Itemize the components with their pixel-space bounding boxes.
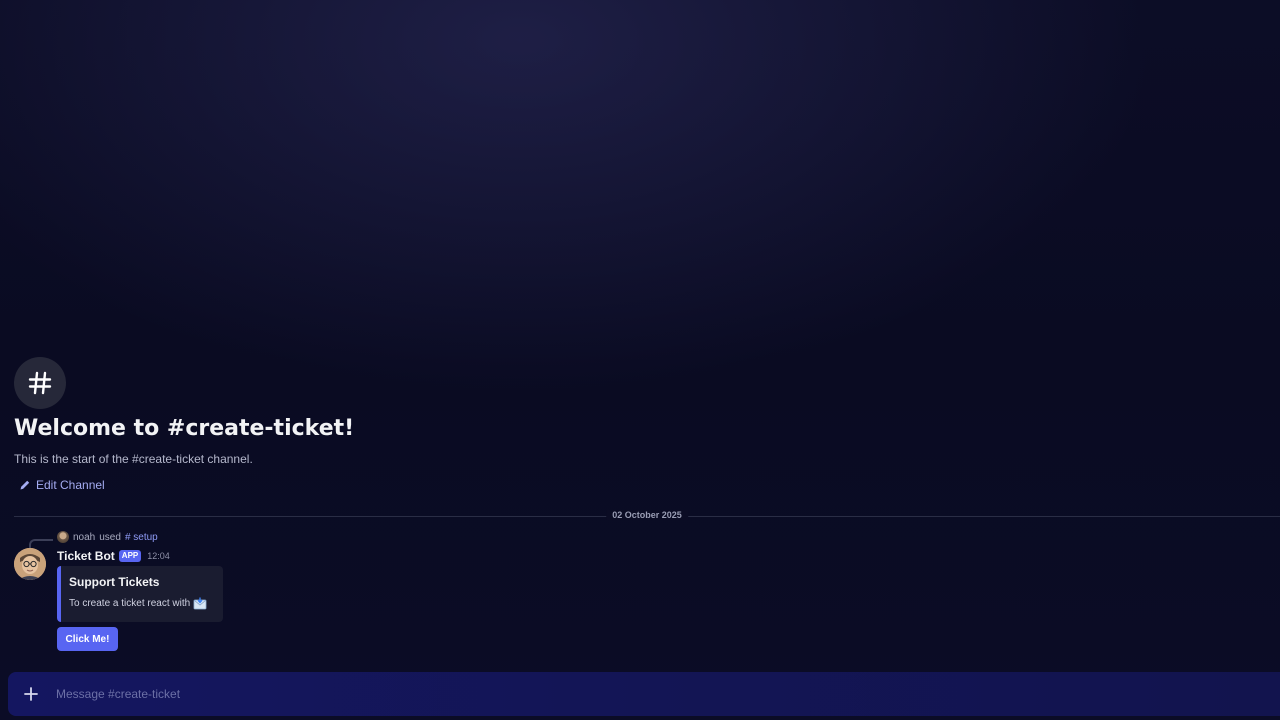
ticket-bot-avatar[interactable] — [14, 548, 46, 580]
embed-card: Support Tickets To create a ticket react… — [57, 566, 223, 622]
attach-button[interactable] — [20, 683, 42, 705]
message-input[interactable] — [56, 682, 1256, 706]
date-divider: 02 October 2025 — [14, 510, 1280, 520]
welcome-subtitle: This is the start of the #create-ticket … — [14, 452, 253, 466]
click-me-button[interactable]: Click Me! — [57, 627, 118, 651]
pencil-icon — [20, 480, 30, 490]
noah-avatar[interactable] — [57, 531, 69, 543]
bot-avatar-image — [14, 548, 46, 580]
envelope-with-arrow-icon — [193, 597, 207, 610]
message-header: Ticket Bot APP 12:04 — [57, 549, 170, 563]
message-composer — [8, 672, 1280, 716]
edit-channel-label: Edit Channel — [36, 478, 105, 492]
chat-area: Welcome to #create-ticket! This is the s… — [0, 0, 1280, 720]
command-reference[interactable]: noah used # setup — [57, 531, 158, 543]
edit-channel-button[interactable]: Edit Channel — [19, 478, 105, 492]
message-timestamp[interactable]: 12:04 — [147, 551, 170, 561]
reference-username[interactable]: noah — [73, 532, 95, 543]
author-name[interactable]: Ticket Bot — [57, 549, 115, 563]
command-link[interactable]: # setup — [125, 532, 158, 543]
plus-icon — [24, 687, 38, 701]
welcome-title: Welcome to #create-ticket! — [14, 416, 355, 441]
date-divider-label: 02 October 2025 — [606, 510, 688, 520]
embed-description: To create a ticket react with — [69, 597, 207, 610]
embed-title: Support Tickets — [69, 575, 160, 589]
reference-verb: used — [99, 531, 121, 543]
app-badge: APP — [118, 550, 142, 562]
embed-description-text: To create a ticket react with — [69, 598, 191, 609]
hash-icon — [28, 371, 52, 395]
channel-hash-avatar — [14, 357, 66, 409]
